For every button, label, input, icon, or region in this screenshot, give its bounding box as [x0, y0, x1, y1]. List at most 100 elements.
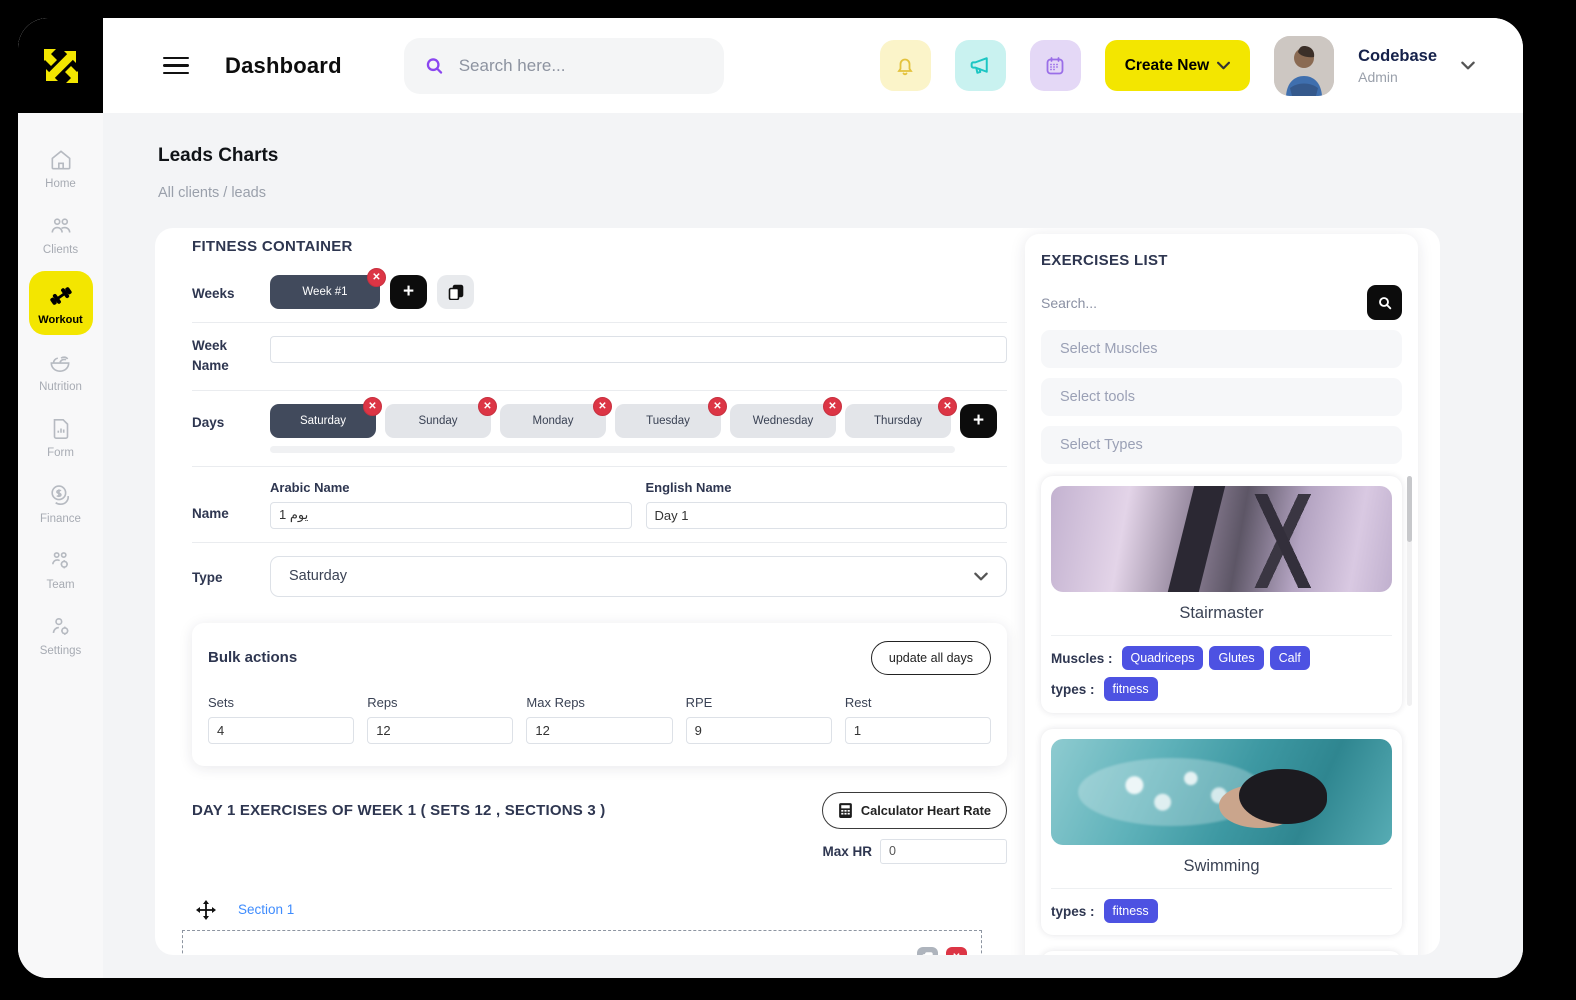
- workout-builder-card: FITNESS CONTAINER Weeks Week #1 ✕ + Week…: [155, 228, 1440, 955]
- user-role: Admin: [1358, 68, 1398, 85]
- day-exercises-header: DAY 1 EXERCISES OF WEEK 1 ( SETS 12 , SE…: [192, 791, 1007, 864]
- max-hr-label: Max HR: [822, 843, 872, 859]
- clients-icon: [51, 218, 70, 233]
- team-icon: [51, 552, 68, 569]
- search-icon: [1378, 296, 1391, 309]
- week-name-label: Week Name: [192, 338, 229, 374]
- breadcrumb: All clients / leads: [158, 185, 266, 201]
- user-menu[interactable]: Codebase Admin: [1358, 47, 1437, 85]
- english-name-input[interactable]: [645, 501, 1007, 529]
- bulk-sets-input[interactable]: [208, 716, 355, 744]
- select-muscles-dropdown[interactable]: Select Muscles: [1041, 330, 1402, 368]
- sidebar-item-label: Finance: [40, 513, 81, 525]
- copy-week-button[interactable]: [437, 275, 474, 309]
- form-icon: [53, 418, 68, 440]
- calculator-icon: [838, 802, 852, 818]
- sidebar-item-nutrition[interactable]: Nutrition: [35, 342, 86, 401]
- settings-icon: [52, 617, 68, 635]
- day-chip-thursday[interactable]: Thursday ✕: [845, 396, 957, 438]
- exercises-scrollbar[interactable]: [1407, 476, 1412, 706]
- user-avatar[interactable]: [1274, 35, 1335, 96]
- max-hr-input[interactable]: [880, 838, 1007, 864]
- day-chip-wednesday[interactable]: Wednesday ✕: [730, 396, 842, 438]
- user-menu-chevron-icon[interactable]: [1461, 61, 1475, 70]
- remove-week-button[interactable]: ✕: [367, 268, 386, 287]
- bulk-max-reps-input[interactable]: [526, 716, 673, 744]
- bulk-rest-input[interactable]: [844, 716, 992, 744]
- select-types-dropdown[interactable]: Select Types: [1041, 426, 1402, 464]
- update-all-days-button[interactable]: update all days: [870, 640, 991, 675]
- sidebar-item-team[interactable]: Team: [42, 540, 78, 599]
- exercise-name: Swimming: [1183, 857, 1260, 875]
- remove-day-button[interactable]: ✕: [823, 396, 842, 416]
- sidebar-item-clients[interactable]: Clients: [39, 205, 82, 264]
- bulk-reps-input[interactable]: [367, 716, 514, 744]
- section-title[interactable]: Section 1: [238, 902, 294, 917]
- day-chip-saturday[interactable]: Saturday ✕: [270, 396, 382, 438]
- sidebar-item-finance[interactable]: Finance: [36, 474, 85, 533]
- type-select-value: Saturday: [289, 568, 348, 584]
- week-chip[interactable]: Week #1 ✕: [270, 268, 386, 309]
- weeks-label: Weeks: [192, 286, 235, 301]
- select-tools-dropdown[interactable]: Select tools: [1041, 378, 1402, 416]
- day-chip-monday[interactable]: Monday ✕: [500, 396, 612, 438]
- exercises-search-row: [1041, 285, 1402, 320]
- page-title: Leads Charts: [158, 145, 279, 166]
- week-name-input[interactable]: [270, 336, 1007, 363]
- bulk-rpe-input[interactable]: [685, 716, 832, 744]
- nutrition-icon: [51, 356, 70, 372]
- chevron-down-icon: [1217, 61, 1231, 70]
- remove-day-button[interactable]: ✕: [708, 396, 727, 416]
- sidebar-item-workout[interactable]: Workout: [28, 271, 93, 335]
- global-search-input[interactable]: [458, 55, 704, 76]
- notifications-button[interactable]: [879, 40, 931, 91]
- exercises-list-panel: EXERCISES LIST Select Muscles Select too…: [1025, 234, 1418, 955]
- day-chip-sunday[interactable]: Sunday ✕: [385, 396, 497, 438]
- topbar-actions: Create New Codebase Admin: [879, 35, 1523, 96]
- day-chip-label: Monday: [532, 414, 574, 427]
- copy-icon: [922, 951, 933, 955]
- bulk-max-reps-label: Max Reps: [526, 694, 585, 710]
- megaphone-icon: [970, 57, 988, 74]
- exercise-card-stairmaster[interactable]: Stairmaster Muscles : Quadriceps Glutes …: [1041, 476, 1402, 713]
- type-select[interactable]: Saturday: [270, 555, 1007, 597]
- days-row: Days Saturday ✕ Sunday ✕ Monday ✕ Tuesda…: [192, 396, 1007, 453]
- sidebar: Home Clients Workout Nutrition Form Fina…: [18, 18, 103, 978]
- exercise-card-swimming[interactable]: Swimming types : fitness: [1041, 729, 1402, 935]
- bulk-actions-card: Bulk actions update all days Sets Reps: [192, 622, 1007, 766]
- sidebar-item-home[interactable]: Home: [41, 139, 80, 198]
- exercises-scroll-area: Stairmaster Muscles : Quadriceps Glutes …: [1041, 476, 1412, 955]
- drag-move-icon[interactable]: [196, 899, 216, 920]
- remove-section-button[interactable]: ✕: [946, 946, 967, 955]
- create-new-button[interactable]: Create New: [1104, 40, 1251, 91]
- section-header: Section 1: [196, 899, 1007, 920]
- sidebar-item-label: Settings: [39, 645, 82, 657]
- app-window: Home Clients Workout Nutrition Form Fina…: [18, 18, 1523, 978]
- remove-day-button[interactable]: ✕: [478, 396, 497, 416]
- exercises-search-input[interactable]: [1041, 294, 1357, 311]
- brand-logo-icon: [43, 48, 78, 83]
- calculator-heart-rate-button[interactable]: Calculator Heart Rate: [821, 791, 1007, 829]
- arabic-name-input[interactable]: [270, 501, 632, 529]
- menu-toggle-icon[interactable]: [163, 56, 189, 75]
- calendar-button[interactable]: [1029, 40, 1081, 91]
- duplicate-section-button[interactable]: [917, 946, 938, 955]
- announcements-button[interactable]: [954, 40, 1006, 91]
- exercises-search-button[interactable]: [1367, 285, 1402, 320]
- remove-day-button[interactable]: ✕: [938, 396, 957, 416]
- exercise-card-partial[interactable]: [1041, 951, 1402, 955]
- bulk-sets-label: Sets: [208, 694, 235, 710]
- day-chip-label: Thursday: [874, 414, 922, 427]
- name-label: Name: [192, 505, 229, 521]
- sidebar-item-settings[interactable]: Settings: [36, 606, 86, 665]
- days-scrollbar[interactable]: [270, 445, 955, 453]
- week-chip-label: Week #1: [302, 286, 348, 298]
- english-name-label: English Name: [645, 479, 732, 495]
- logo[interactable]: [18, 18, 103, 113]
- remove-day-button[interactable]: ✕: [593, 396, 612, 416]
- add-week-button[interactable]: +: [390, 275, 427, 309]
- day-chip-tuesday[interactable]: Tuesday ✕: [615, 396, 727, 438]
- sidebar-item-form[interactable]: Form: [43, 408, 78, 467]
- remove-day-button[interactable]: ✕: [363, 396, 382, 416]
- add-day-button[interactable]: +: [960, 403, 997, 438]
